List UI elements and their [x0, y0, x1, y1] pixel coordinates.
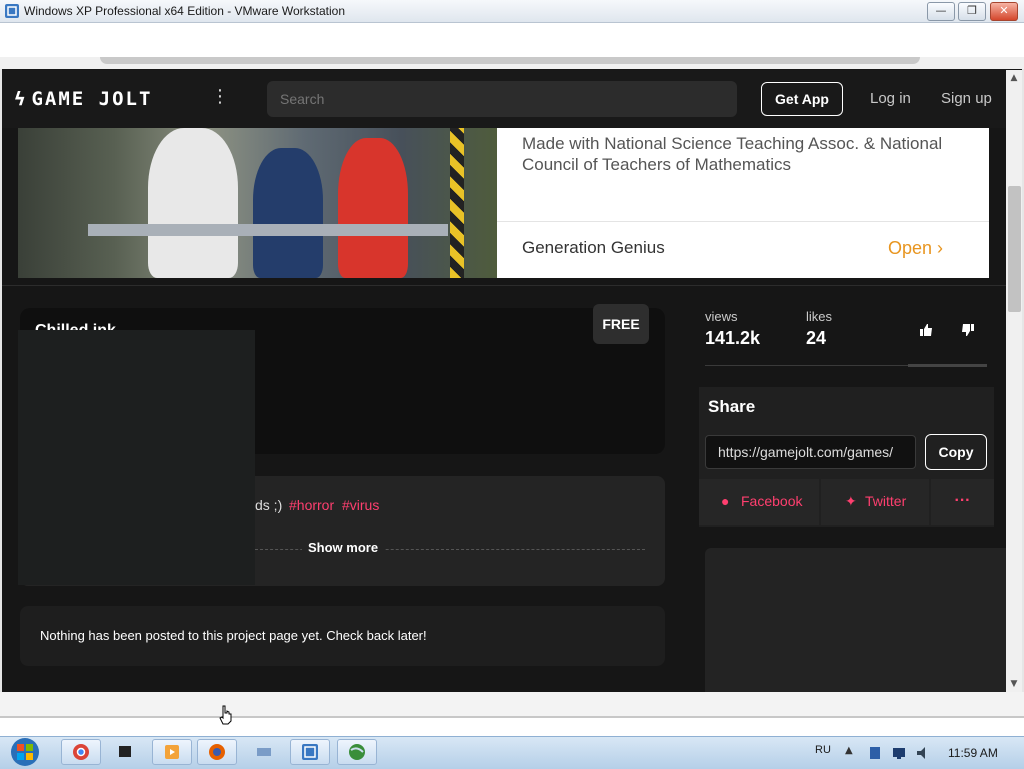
- rating-bar: [908, 364, 987, 367]
- close-button[interactable]: ✕: [990, 2, 1018, 21]
- vmware-app-icon: [5, 4, 19, 18]
- twitter-icon: ✦: [845, 493, 857, 509]
- tray-volume-icon[interactable]: [915, 745, 931, 761]
- guest-bottom-area: [0, 692, 1024, 717]
- ad-advertiser-name: Generation Genius: [522, 238, 665, 257]
- taskbar-chrome[interactable]: [61, 739, 101, 765]
- show-more-button[interactable]: Show more: [302, 540, 385, 555]
- mouse-cursor-icon: [219, 705, 232, 725]
- firefox-icon: [209, 744, 225, 760]
- twitter-share-button[interactable]: ✦ Twitter: [821, 479, 929, 525]
- bolt-icon: ϟ: [14, 88, 28, 110]
- description-text: ds ;): [255, 497, 283, 513]
- copy-button[interactable]: Copy: [925, 434, 987, 470]
- media-player-icon: [165, 745, 179, 759]
- price-badge: FREE: [593, 304, 649, 344]
- share-title: Share: [708, 397, 756, 416]
- logo-text: GAME JOLT: [31, 88, 153, 110]
- vm-toolbar: [0, 23, 1024, 57]
- tray-flag-icon[interactable]: [867, 745, 883, 761]
- tray-expand-icon[interactable]: ▲: [845, 745, 861, 761]
- tray-language[interactable]: RU: [815, 744, 831, 756]
- tag-horror[interactable]: #horror: [289, 497, 334, 513]
- start-button-icon[interactable]: [3, 736, 47, 768]
- guest-bottom-border: [0, 716, 1024, 718]
- views-label: views: [705, 309, 738, 324]
- vm-window-title: Windows XP Professional x64 Edition - VM…: [24, 4, 346, 18]
- share-url-input[interactable]: [705, 435, 916, 469]
- ad-open-button[interactable]: Open ›: [888, 238, 943, 259]
- taskbar-vmware[interactable]: [290, 739, 330, 765]
- more-menu-icon[interactable]: ⋮: [211, 86, 229, 110]
- thumbs-up-icon[interactable]: [915, 319, 937, 341]
- overlay-block: [18, 330, 255, 585]
- ad-open-label: Open: [888, 238, 933, 258]
- gamejolt-logo[interactable]: ϟ GAME JOLT: [14, 88, 152, 110]
- search-input[interactable]: [267, 81, 737, 117]
- taskbar-globe[interactable]: [337, 739, 377, 765]
- sidebar-card: [705, 548, 1006, 692]
- taskbar-media-player[interactable]: [152, 739, 192, 765]
- signup-link[interactable]: Sign up: [941, 90, 992, 107]
- section-divider: [2, 285, 1006, 286]
- taskbar-network[interactable]: [244, 739, 284, 765]
- tray-monitor-icon[interactable]: [891, 745, 907, 761]
- likes-label: likes: [806, 309, 833, 324]
- chevron-right-icon: ›: [932, 238, 944, 258]
- views-value: 141.2k: [705, 328, 761, 348]
- more-share-button[interactable]: ···: [931, 479, 994, 525]
- minimize-button[interactable]: —: [927, 2, 955, 21]
- no-posts-message: Nothing has been posted to this project …: [40, 628, 427, 643]
- tag-virus[interactable]: #virus: [342, 497, 379, 513]
- ad-image[interactable]: [18, 128, 497, 278]
- get-app-button[interactable]: Get App: [761, 82, 843, 116]
- facebook-share-button[interactable]: ● Facebook: [699, 479, 819, 525]
- tray-clock[interactable]: 11:59 AM: [948, 746, 998, 760]
- ad-divider: [497, 221, 989, 222]
- thumbs-down-icon[interactable]: [957, 319, 979, 341]
- ad-description: Made with National Science Teaching Asso…: [522, 134, 943, 174]
- maximize-button[interactable]: ❐: [958, 2, 986, 21]
- facebook-icon: ●: [721, 493, 730, 509]
- taskbar-terminal[interactable]: [105, 739, 145, 765]
- scroll-up-arrow-icon[interactable]: ▲: [1006, 70, 1022, 86]
- likes-value: 24: [806, 328, 827, 348]
- vertical-scrollbar[interactable]: [1006, 70, 1022, 692]
- taskbar-firefox[interactable]: [197, 739, 237, 765]
- browser-address-area: [100, 57, 920, 64]
- scrollbar-thumb[interactable]: [1008, 186, 1021, 312]
- network-icon: [257, 748, 271, 756]
- chrome-icon: [73, 744, 89, 760]
- scroll-down-arrow-icon[interactable]: ▼: [1006, 676, 1022, 692]
- terminal-icon: [119, 746, 131, 757]
- twitter-label: Twitter: [865, 493, 907, 509]
- login-link[interactable]: Log in: [870, 90, 911, 107]
- vmware-icon: [302, 744, 318, 760]
- facebook-label: Facebook: [741, 493, 803, 509]
- globe-icon: [349, 744, 365, 760]
